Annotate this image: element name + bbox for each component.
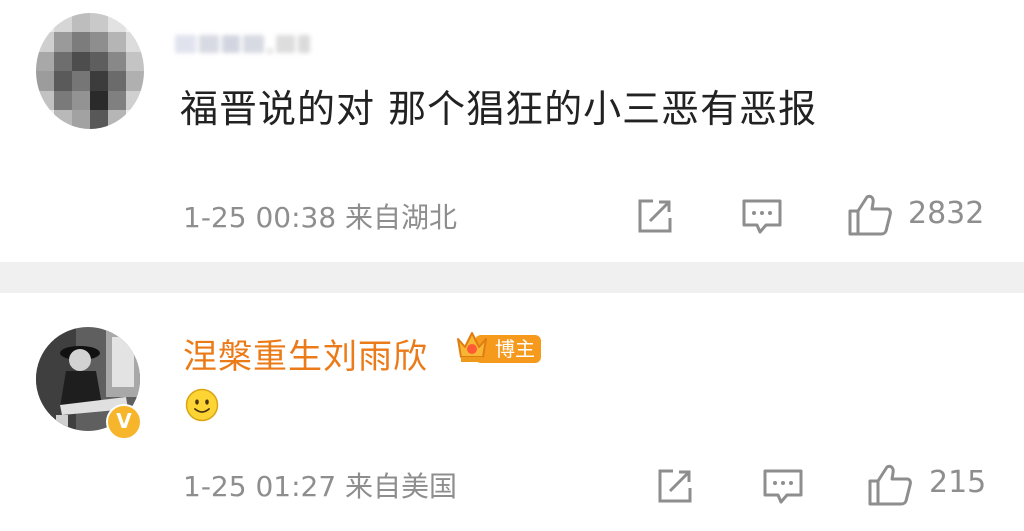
share-icon[interactable] bbox=[656, 467, 694, 505]
verified-badge: V bbox=[106, 404, 142, 440]
comment-icon[interactable] bbox=[762, 467, 804, 507]
comment-meta: 1-25 00:38 来自湖北 bbox=[183, 196, 457, 236]
comment-item: 福晋说的对 那个猖狂的小三恶有恶报 1-25 00:38 来自湖北 2832 bbox=[0, 0, 1024, 262]
comment-text: 福晋说的对 那个猖狂的小三恶有恶报 bbox=[180, 87, 818, 131]
comment-meta: 1-25 01:27 来自美国 bbox=[183, 465, 457, 505]
like-count: 2832 bbox=[908, 196, 985, 231]
smile-emoji-icon bbox=[185, 388, 219, 422]
comment-icon[interactable] bbox=[741, 197, 783, 237]
username-blurred[interactable] bbox=[175, 30, 310, 58]
like-icon[interactable] bbox=[867, 463, 913, 507]
comment-location: 来自湖北 bbox=[345, 201, 458, 234]
like-count: 215 bbox=[929, 465, 987, 500]
share-icon[interactable] bbox=[636, 197, 674, 235]
comment-location: 来自美国 bbox=[345, 470, 458, 503]
comment-time: 1-25 00:38 bbox=[183, 201, 337, 234]
like-icon[interactable] bbox=[847, 193, 893, 237]
crown-icon bbox=[457, 332, 487, 362]
comment-item: V 涅槃重生刘雨欣 博主 🙂 1-25 01:27 来自美国 215 bbox=[0, 293, 1024, 531]
divider bbox=[0, 262, 1024, 293]
avatar[interactable] bbox=[36, 13, 144, 129]
comment-time: 1-25 01:27 bbox=[183, 470, 337, 503]
username[interactable]: 涅槃重生刘雨欣 bbox=[183, 329, 428, 378]
blogger-badge: 博主 bbox=[455, 327, 541, 367]
